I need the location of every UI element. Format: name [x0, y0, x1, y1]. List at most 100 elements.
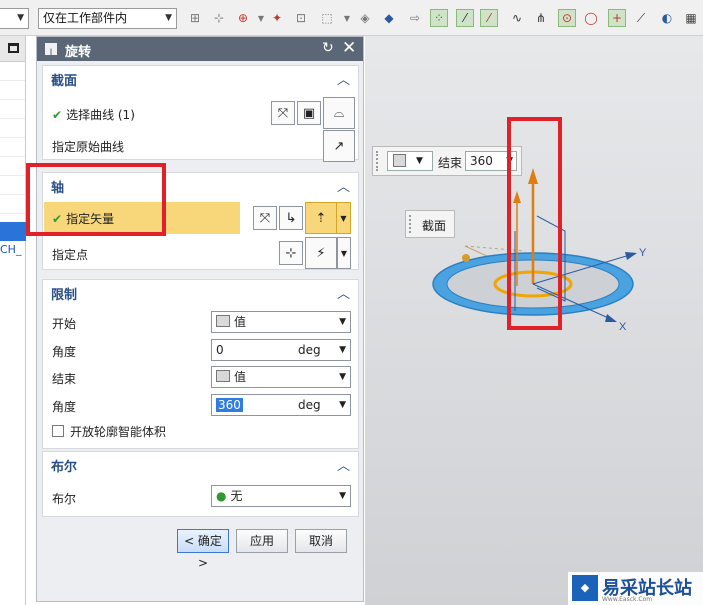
select-curve-row[interactable]: ✔ 选择曲线 (1)	[52, 106, 135, 123]
section-title[interactable]: 截面	[51, 70, 77, 89]
selection-filter-dropdown[interactable]: ▼	[0, 8, 29, 29]
reverse-direction-button[interactable]: ⤧	[253, 206, 277, 230]
inferred-vector-button[interactable]: ⇡	[305, 202, 337, 234]
limits-panel: 限制 ︿ 开始 值 ▼ 角度 0 deg ▼ 结束 值 ▼ 角度 360 deg…	[42, 279, 359, 449]
value-type-button[interactable]: ▼	[387, 151, 433, 171]
watermark: ◆ 易采站长站 Www.Easck.Com	[568, 572, 703, 605]
collapse-caret-icon[interactable]: ︿	[337, 283, 350, 302]
value-type-icon	[216, 370, 230, 382]
tree-row[interactable]	[0, 81, 25, 100]
end-angle-unit: deg	[298, 398, 321, 412]
end-angle-input[interactable]: 360 deg ▼	[211, 394, 351, 416]
mid-point-icon[interactable]: ⁄	[480, 9, 498, 27]
end-type-select[interactable]: 值 ▼	[211, 366, 351, 388]
class-selection-icon[interactable]: ⊡	[292, 9, 310, 27]
inferred-point-button[interactable]: ⚡	[305, 237, 337, 269]
rectangle-select-icon[interactable]: ⬚	[318, 9, 336, 27]
quadrant-point-icon[interactable]: ◯	[582, 9, 600, 27]
collapse-caret-icon[interactable]: ︿	[337, 176, 350, 195]
open-profile-label: 开放轮廓智能体积	[70, 425, 167, 439]
point-on-face-icon[interactable]: ◐	[658, 9, 676, 27]
ok-button[interactable]: < 确定 >	[177, 529, 229, 570]
tree-row[interactable]	[0, 157, 25, 176]
tree-row[interactable]	[0, 195, 25, 214]
revolve-dialog: 旋转 ↻ ✕ 截面 ︿ ✔ 选择曲线 (1) ⤧ ▣ ⌓ 指定原始曲线 ↗ 轴 ︿…	[36, 36, 364, 602]
point-on-curve-icon[interactable]: ✦	[268, 9, 286, 27]
value-type-icon	[216, 315, 230, 327]
section-tag[interactable]: 截面	[405, 210, 455, 238]
tree-row[interactable]	[0, 138, 25, 157]
arc-center-icon[interactable]: ⊙	[558, 9, 576, 27]
watermark-logo-icon: ◆	[572, 575, 598, 601]
navigator-header	[0, 36, 25, 62]
reverse-direction-button[interactable]: ⤧	[271, 101, 295, 125]
open-profile-checkbox[interactable]	[52, 425, 64, 437]
check-icon: ✔	[52, 108, 63, 122]
dialog-title: 旋转	[65, 45, 92, 60]
tree-row[interactable]	[0, 119, 25, 138]
reset-icon[interactable]: ↻	[322, 40, 334, 56]
end-angle-value: 360	[216, 398, 243, 412]
boolean-title[interactable]: 布尔	[51, 456, 77, 475]
snap-point-icon[interactable]: ⊕	[234, 9, 252, 27]
start-type-select[interactable]: 值 ▼	[211, 311, 351, 333]
grip-icon	[409, 215, 411, 233]
point-dialog-button[interactable]: ⊹	[279, 241, 303, 265]
chevron-down-icon: ▼	[339, 400, 346, 410]
collapse-caret-icon[interactable]: ︿	[337, 69, 350, 88]
select-curve-label: 选择曲线 (1)	[66, 108, 135, 122]
cube-select-icon[interactable]: ◆	[380, 9, 398, 27]
chevron-down-icon: ▼	[339, 345, 346, 355]
y-axis-arrow-icon	[625, 252, 637, 260]
start-angle-label: 角度	[52, 345, 77, 359]
specify-point-label: 指定点	[52, 248, 89, 262]
boolean-panel: 布尔 ︿ 布尔 ● 无 ▼	[42, 451, 359, 517]
section-panel: 截面 ︿ ✔ 选择曲线 (1) ⤧ ▣ ⌓ 指定原始曲线 ↗	[42, 65, 359, 162]
existing-point-icon[interactable]: +	[608, 9, 626, 27]
boolean-select[interactable]: ● 无 ▼	[211, 485, 351, 507]
collapse-caret-icon[interactable]: ︿	[337, 455, 350, 474]
grid-icon[interactable]: ▦	[682, 9, 700, 27]
tree-row[interactable]	[0, 62, 25, 81]
vector-type-dropdown[interactable]: ▼	[337, 202, 351, 234]
start-angle-value: 0	[216, 343, 224, 357]
start-angle-input[interactable]: 0 deg ▼	[211, 339, 351, 361]
end-angle-handle-toolbar: ▼ 结束 360 ▼	[372, 146, 522, 176]
x-axis-arrow-icon	[605, 314, 617, 322]
chevron-down-icon: ▼	[165, 13, 172, 23]
vector-dialog-button[interactable]: ↳	[279, 206, 303, 230]
control-point-icon[interactable]: ∿	[508, 9, 526, 27]
start-type-value: 值	[234, 315, 247, 329]
grip-icon[interactable]	[376, 151, 379, 171]
value-type-icon	[393, 154, 406, 167]
chevron-down-icon[interactable]: ▼	[338, 9, 356, 27]
tree-row-selected[interactable]	[0, 222, 26, 241]
original-curve-button[interactable]: ↗	[323, 130, 355, 162]
end-angle-label: 角度	[52, 400, 77, 414]
tree-row[interactable]	[0, 100, 25, 119]
features-filter-icon[interactable]: ⊹	[210, 9, 228, 27]
point-on-curve-line-icon[interactable]: ⟋	[632, 9, 650, 27]
sketch-section-button[interactable]: ▣	[297, 101, 321, 125]
general-selection-icon[interactable]: ⊞	[186, 9, 204, 27]
curve-select-button[interactable]: ⌓	[323, 97, 355, 129]
end-point-icon[interactable]: ⁄	[456, 9, 474, 27]
close-icon[interactable]: ✕	[342, 38, 356, 58]
point-type-dropdown[interactable]: ▼	[337, 237, 351, 269]
limits-title[interactable]: 限制	[51, 284, 77, 303]
chevron-down-icon: ▼	[17, 13, 24, 23]
chevron-down-icon: ▼	[339, 491, 346, 501]
top-toolbar: ▼ 仅在工作部件内 ▼ ⊞ ⊹ ⊕ ▼ ✦ ⊡ ⬚ ▼ ◈ ◆ ⇨ ⁘ ⁄ ⁄ …	[0, 0, 703, 36]
arrow-right-icon[interactable]: ⇨	[406, 9, 424, 27]
dialog-title-bar: 旋转 ↻ ✕	[37, 37, 363, 61]
body-select-icon[interactable]: ◈	[356, 9, 374, 27]
tree-row[interactable]	[0, 176, 25, 195]
end-type-value: 值	[234, 370, 247, 384]
tree-row-label[interactable]: CH_	[0, 243, 26, 256]
snap-points-icon[interactable]: ⁘	[430, 9, 448, 27]
cancel-button[interactable]: 取消	[295, 529, 347, 553]
intersection-point-icon[interactable]: ⋔	[532, 9, 550, 27]
selection-scope-dropdown[interactable]: 仅在工作部件内 ▼	[38, 8, 177, 29]
apply-button[interactable]: 应用	[236, 529, 288, 553]
window-icon[interactable]	[8, 43, 19, 53]
